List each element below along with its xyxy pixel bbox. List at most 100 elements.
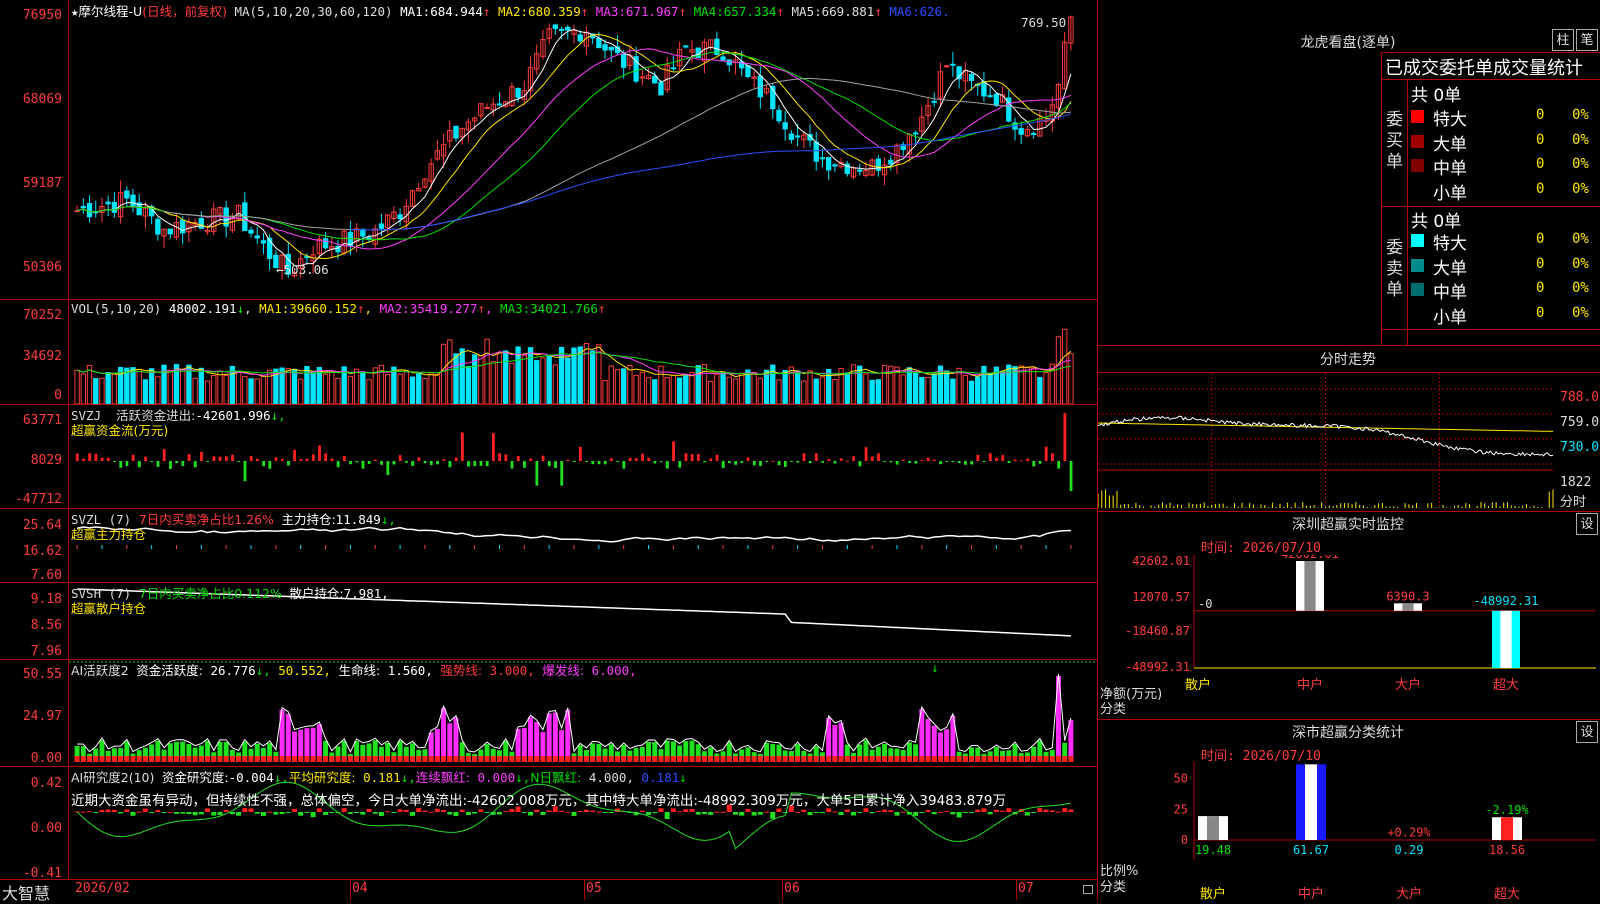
- intraday-chart[interactable]: [1097, 373, 1558, 511]
- activity-base-bar: [844, 756, 850, 762]
- activity-base-bar: [521, 756, 527, 762]
- flow-bar: [162, 449, 166, 461]
- volume-bar: [198, 367, 205, 405]
- classify-bar-highlight: [1501, 817, 1513, 840]
- flow-bar: [423, 461, 427, 464]
- research-bar: [782, 812, 788, 813]
- monitor-bar-label: 6390.3: [1386, 589, 1429, 603]
- sell-row-pct: 0%: [1572, 280, 1589, 296]
- flow-bar: [783, 461, 787, 467]
- volume-bar: [558, 346, 565, 405]
- flow-bar: [659, 461, 663, 462]
- research-bar: [813, 812, 819, 813]
- volume-bar: [956, 367, 962, 405]
- volume-bar: [683, 375, 689, 405]
- research-bar: [385, 811, 391, 813]
- monitor-bar-label: -48992.31: [1473, 594, 1538, 608]
- volume-bar: [453, 353, 459, 405]
- volume-bar: [496, 352, 503, 405]
- fenshi-title: 分时走势: [1320, 352, 1376, 368]
- candle-body: [720, 56, 726, 61]
- volume-bar: [664, 377, 670, 405]
- candlestick-chart[interactable]: [69, 0, 1097, 299]
- activity-base-bar: [279, 756, 285, 762]
- activity-base-bar: [708, 756, 714, 762]
- flow-bar: [964, 461, 967, 465]
- chart-area[interactable]: 76950 68069 59187 50306 ★摩尔线程-U(日线，前复权) …: [0, 0, 1098, 903]
- flow-bar: [790, 461, 793, 462]
- research-bar: [739, 812, 745, 816]
- activity-base-bar: [590, 756, 596, 762]
- volume-bar: [863, 373, 869, 405]
- sell-row-count: 0: [1536, 304, 1545, 321]
- research-bar: [496, 812, 502, 815]
- activity-base-bar: [472, 756, 478, 762]
- ai2-commentary: 近期大资金虽有异动，但持续性不强，总体偏空，今日大单净流出:-42602.008…: [71, 793, 1006, 809]
- flow-bar: [206, 461, 210, 462]
- flow-bar: [585, 461, 588, 462]
- classify-settings-button[interactable]: 设: [1576, 721, 1598, 743]
- vol-y-label: 34692: [22, 349, 62, 364]
- volume-bar: [919, 376, 925, 405]
- research-bar: [950, 812, 956, 815]
- activity-base-bar: [1043, 756, 1049, 762]
- bar-mode-button[interactable]: 柱: [1552, 29, 1574, 51]
- flow-bar: [1038, 461, 1042, 464]
- flow-bar: [280, 458, 284, 461]
- research-bar: [944, 811, 950, 813]
- flow-bar: [349, 461, 352, 465]
- activity-base-bar: [670, 756, 676, 762]
- monitor-bar-label: 42602.01: [1281, 555, 1339, 561]
- x-axis-label: 04: [352, 881, 368, 896]
- flow-bar: [131, 454, 135, 461]
- volume-bar: [794, 370, 801, 405]
- monitor-y-label: 42602.01: [1132, 555, 1190, 568]
- flow-bar: [1019, 460, 1023, 462]
- tick-mode-button[interactable]: 笔: [1576, 29, 1598, 51]
- volume-bar: [975, 376, 981, 405]
- volume-bar: [366, 379, 372, 405]
- monitor-settings-button[interactable]: 设: [1576, 513, 1598, 535]
- price-pane[interactable]: [69, 0, 1097, 299]
- volume-bar: [844, 372, 850, 405]
- vol-legend: VOL(5,10,20) 48002.191↓, MA1:39660.152↑,…: [71, 301, 606, 316]
- activity-base-bar: [74, 756, 80, 762]
- activity-base-bar: [969, 756, 974, 762]
- classify-chart: 755025019.48+1.91%61.67+0.29%0.29-2.19%1…: [1174, 741, 1596, 902]
- activity-base-bar: [552, 756, 558, 762]
- flow-bar: [833, 461, 837, 464]
- activity-base-bar: [503, 756, 509, 762]
- lock-icon[interactable]: [1083, 885, 1093, 894]
- activity-base-bar: [658, 756, 664, 762]
- intraday-pane[interactable]: [1097, 373, 1558, 511]
- volume-bar: [627, 364, 633, 405]
- candle-body: [1018, 128, 1024, 135]
- activity-base-bar: [1062, 756, 1068, 762]
- volume-bar: [540, 357, 546, 405]
- intraday-y-label: 759.0: [1560, 415, 1600, 430]
- activity-base-bar: [857, 756, 863, 762]
- research-bar: [372, 812, 378, 814]
- volume-bar: [136, 368, 142, 405]
- candle-body: [397, 214, 403, 220]
- volume-bar: [906, 367, 913, 405]
- activity-base-bar: [478, 756, 484, 762]
- activity-base-bar: [664, 756, 670, 762]
- low-label: ←503.06: [276, 262, 329, 277]
- flow-bar: [771, 460, 775, 462]
- period-label: (日线，前复权): [142, 4, 227, 19]
- x-axis-label: 06: [784, 881, 800, 896]
- flow-bar: [653, 461, 657, 464]
- flow-bar: [734, 461, 738, 465]
- research-bar: [192, 812, 198, 816]
- activity-base-bar: [105, 756, 111, 762]
- star-icon[interactable]: ★: [71, 4, 79, 19]
- volume-bar: [329, 371, 335, 405]
- flow-bar: [200, 451, 203, 461]
- activity-base-bar: [639, 756, 645, 762]
- activity-base-bar: [788, 756, 794, 762]
- flow-bar: [746, 457, 750, 461]
- activity-base-bar: [751, 756, 757, 762]
- volume-bar: [80, 373, 86, 405]
- activity-base-bar: [198, 756, 204, 762]
